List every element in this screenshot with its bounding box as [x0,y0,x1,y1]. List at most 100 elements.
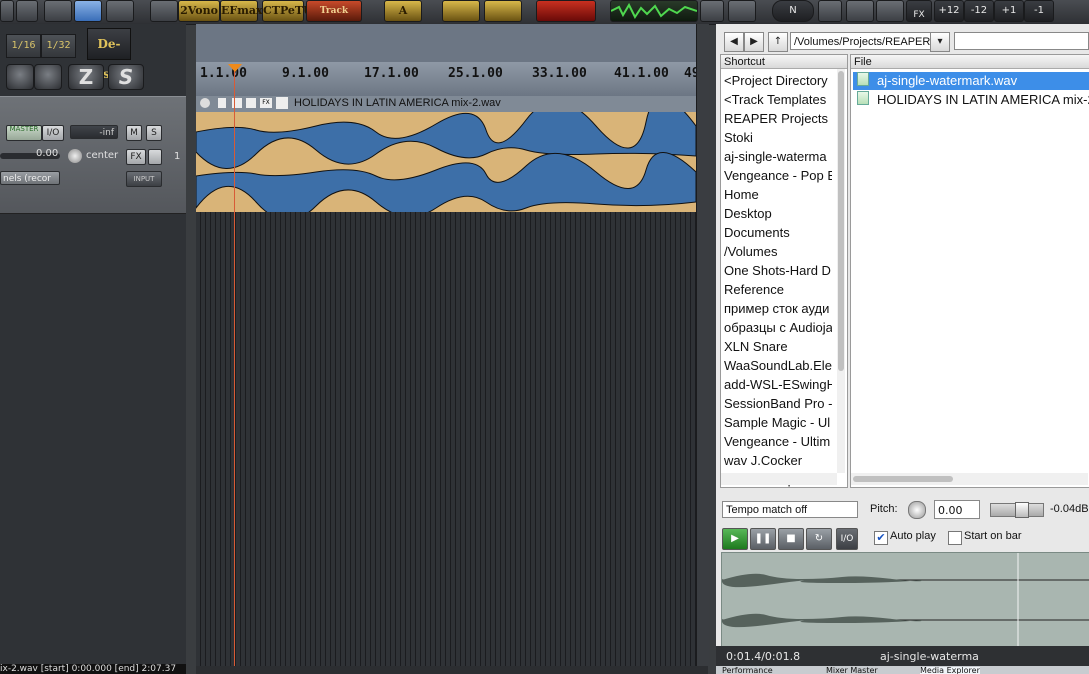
tab-mixer-master[interactable]: Mixer Master [826,667,878,674]
properties-icon[interactable] [246,98,256,108]
search-input[interactable] [954,32,1089,50]
fx-button-3[interactable]: CTPeTU [262,0,313,22]
lock-icon[interactable] [218,98,226,108]
waveform-item[interactable] [195,97,697,221]
stop-icon[interactable]: ■ [778,528,804,550]
export-icon[interactable] [700,0,724,22]
fx-button-4[interactable]: Track Team [306,0,362,36]
pitch-input[interactable]: 0.00 [934,500,980,519]
shortcut-scrollbar[interactable] [837,69,845,473]
fx-button-2[interactable]: EFmax [220,0,263,22]
shortcut-item[interactable]: add-WSL-ESwingH [724,377,832,392]
up-arrow-icon[interactable] [442,0,480,22]
start-on-bar-checkbox[interactable] [948,531,962,545]
media-item-header[interactable]: FX HOLIDAYS IN LATIN AMERICA mix-2.wav [196,96,696,112]
scissors-icon[interactable] [846,0,874,22]
fx-button-5[interactable]: A [384,0,422,22]
pause-icon[interactable]: ❚❚ [750,528,776,550]
snap-1-16-button[interactable]: 1/16 [6,34,41,58]
shortcut-column-header[interactable]: Shortcut [721,55,847,69]
tab-media-explorer[interactable]: Media Explorer [920,667,980,674]
shortcut-item[interactable]: REAPER Projects [724,111,832,126]
shortcut-item[interactable]: One Shots-Hard D [724,263,832,278]
n-button[interactable]: N [772,0,814,22]
toolbar-button[interactable] [0,0,14,22]
fx-button[interactable]: FX [126,149,146,165]
nudge-minus1-button[interactable]: -1 [1024,0,1054,22]
solo-button[interactable]: S [146,125,162,141]
file-hscrollbar[interactable] [851,473,1088,485]
shortcut-item[interactable]: WaaSoundLab.Elec [724,358,832,373]
file-row[interactable]: HOLIDAYS IN LATIN AMERICA mix-2. [853,91,1089,109]
vertical-scrollbar[interactable] [696,24,709,666]
preview-io-button[interactable]: I/O [836,528,858,550]
shortcut-item[interactable]: Vengeance - Ultim [724,434,832,449]
shortcut-item[interactable]: Sample Magic - Ul [724,415,832,430]
screen-icon[interactable] [150,0,178,22]
record-icon[interactable] [536,0,596,22]
parent-folder-icon[interactable]: ↑ [768,32,788,52]
s-button[interactable]: S [108,64,144,90]
file-hscroll-thumb[interactable] [853,476,953,482]
play-icon[interactable]: ▶ [722,528,748,550]
pitch-knob[interactable] [908,501,926,519]
path-field[interactable]: /Volumes/Projects/REAPER [790,32,948,50]
mute-button[interactable]: M [126,125,142,141]
envelope-icon[interactable] [34,64,62,90]
pan-knob[interactable] [68,149,82,163]
shortcut-item[interactable]: Stoki [724,130,832,145]
forward-icon[interactable]: ▶ [744,32,764,52]
shortcut-item[interactable]: Vengeance - Pop E [724,168,832,183]
loop-toggle-icon[interactable]: ↻ [806,528,832,550]
shortcut-item[interactable]: Reference [724,282,832,297]
horizontal-scrollbar[interactable] [196,666,708,674]
loop-icon[interactable] [106,0,134,22]
playhead-marker-icon[interactable] [228,64,242,72]
deesse-button[interactable]: De-Esse [87,28,131,81]
down-arrow-icon[interactable] [484,0,522,22]
cut-icon[interactable] [876,0,904,22]
auto-play-checkbox[interactable]: ✔ [874,531,888,545]
shortcut-item[interactable]: Desktop [724,206,832,221]
empty-track-area[interactable] [196,212,696,666]
metronome-icon[interactable] [74,0,102,22]
input-button[interactable]: INPUT [126,171,162,187]
shortcut-item[interactable]: aj-single-waterma [724,149,832,164]
grid-icon[interactable] [16,0,38,22]
routing-icon[interactable] [44,0,72,22]
file-column-header[interactable]: File [851,55,1089,69]
record-monitor-icon[interactable] [6,64,34,90]
shortcut-item[interactable]: /Volumes [724,244,832,259]
waveform-icon[interactable] [610,0,698,22]
shortcut-item[interactable]: пример сток ауди [724,301,832,316]
fx-toggle-button[interactable]: FX [906,0,932,22]
shortcut-item[interactable]: XLN Snare [724,339,832,354]
tempo-match-select[interactable]: Tempo match off [722,501,858,518]
power-icon[interactable] [148,149,162,165]
marker-icon[interactable] [818,0,842,22]
preview-waveform[interactable] [721,552,1089,648]
shortcut-item[interactable]: SessionBand Pro - [724,396,832,411]
back-icon[interactable]: ◀ [724,32,744,52]
nudge-minus12-button[interactable]: -12 [964,0,994,22]
item-fx-icon[interactable]: FX [260,98,272,108]
shortcut-item[interactable]: wav J.Cocker [724,453,832,468]
volume-slider-handle[interactable] [1015,502,1029,518]
z-button[interactable]: Z [68,64,104,90]
nudge-plus12-button[interactable]: +12 [934,0,964,22]
shortcut-scroll-thumb[interactable] [838,71,844,371]
shortcut-item[interactable]: <Track Templates [724,92,832,107]
shortcut-hscrollbar[interactable] [721,473,837,485]
fx-button-1[interactable]: 2Vono [178,0,220,22]
preview-volume-slider[interactable] [990,502,1044,518]
tab-performance[interactable]: Performance [722,667,773,674]
snap-1-32-button[interactable]: 1/32 [41,34,76,58]
file-row[interactable]: aj-single-watermark.wav [853,72,1089,90]
timeline-ruler[interactable]: 1.1.00 9.1.00 17.1.00 25.1.00 33.1.00 41… [196,62,700,97]
shortcut-item[interactable]: Home [724,187,832,202]
path-dropdown-icon[interactable]: ▾ [930,32,950,52]
swap-icon[interactable] [728,0,756,22]
shortcut-item[interactable]: образцы с Audioja [724,320,832,335]
envelope-item-icon[interactable] [276,97,288,109]
shortcut-item[interactable]: <Project Directory [724,73,832,88]
